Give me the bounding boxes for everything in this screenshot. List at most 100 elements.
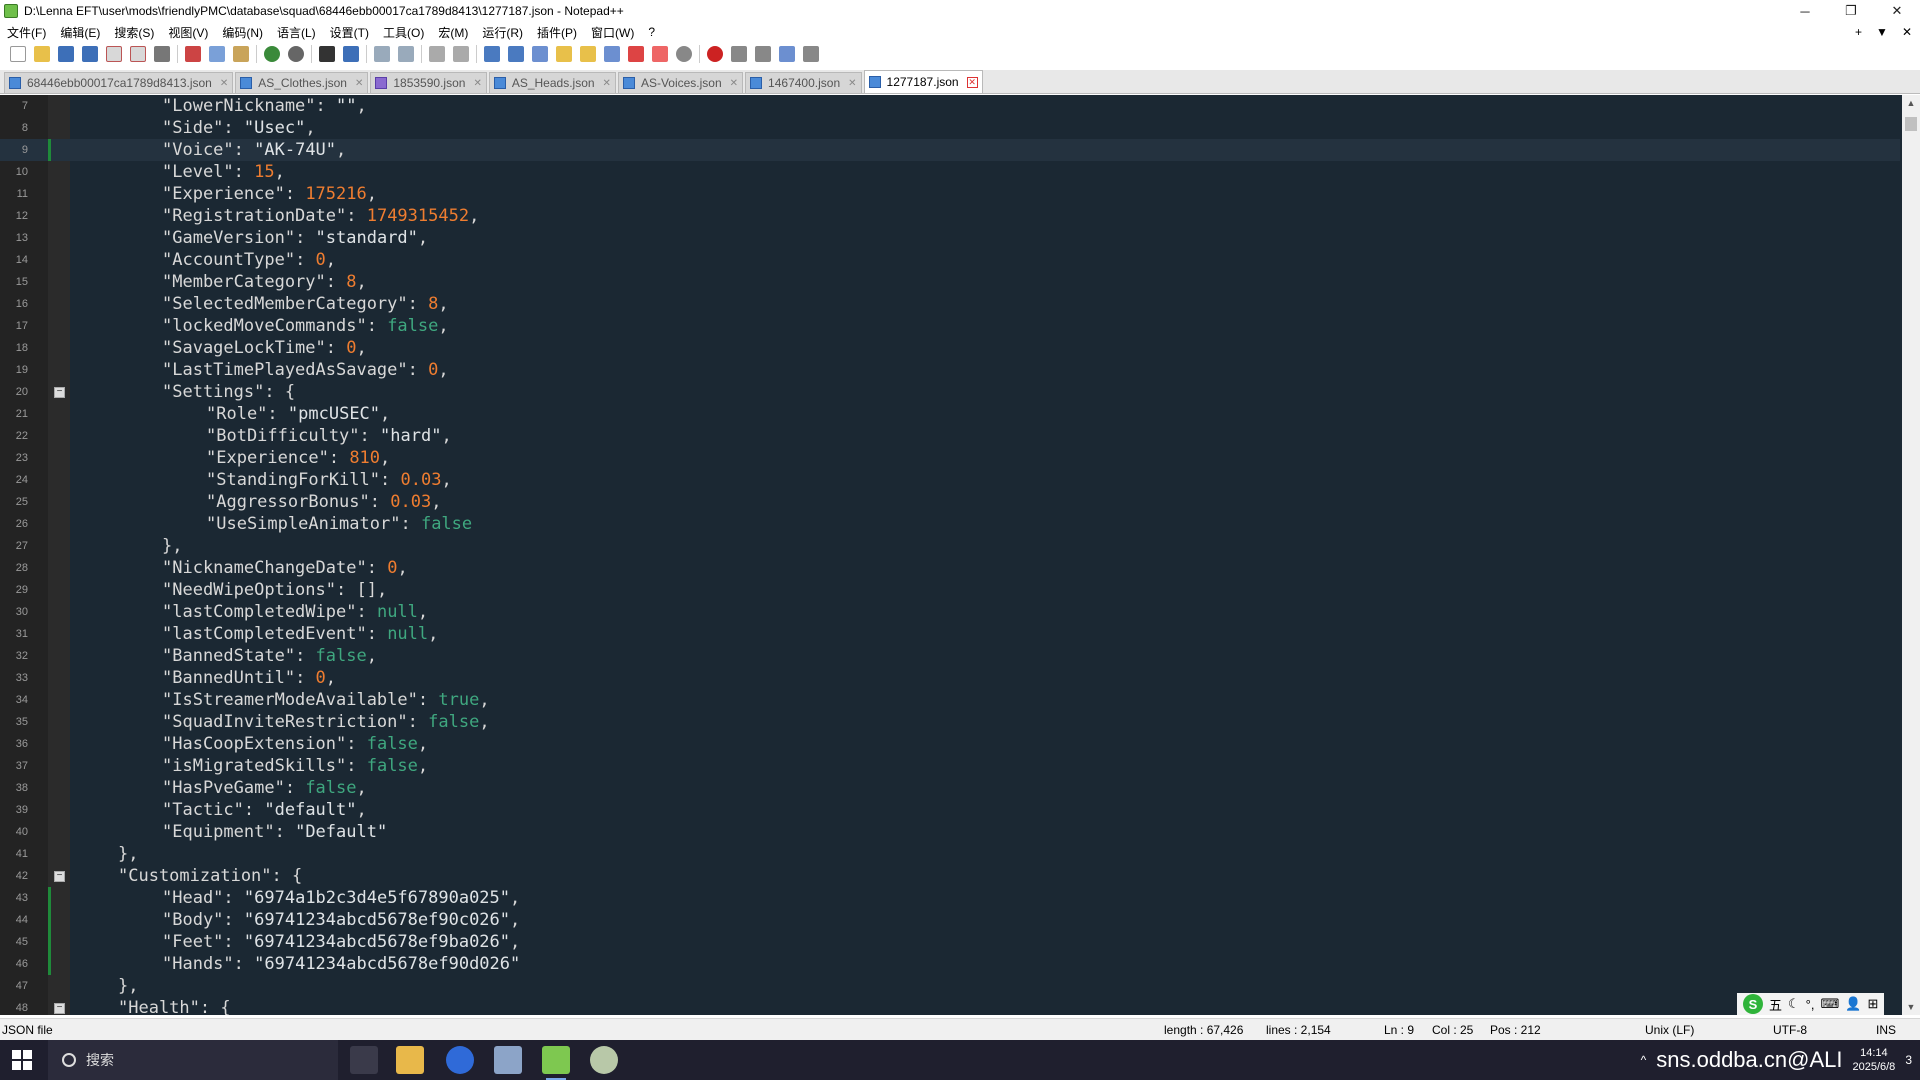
code-line[interactable]: 10 "Level": 15, (0, 161, 1900, 183)
app-window-icon[interactable] (494, 1046, 522, 1074)
ime-grid-icon[interactable]: ⊞ (1867, 996, 1878, 1012)
copy-icon[interactable] (209, 46, 225, 62)
menu-edit[interactable]: 编辑(E) (53, 24, 107, 41)
monitoring-icon[interactable] (652, 46, 668, 62)
notification-badge[interactable]: 3 (1905, 1053, 1912, 1067)
code-line[interactable]: 35 "SquadInviteRestriction": false, (0, 711, 1900, 733)
record-macro-icon[interactable] (707, 46, 723, 62)
new-tab-button[interactable]: + (1855, 25, 1862, 39)
menu-settings[interactable]: 设置(T) (323, 24, 376, 41)
word-wrap-icon[interactable] (484, 46, 500, 62)
code-line[interactable]: 30 "lastCompletedWipe": null, (0, 601, 1900, 623)
code-line[interactable]: 21 "Role": "pmcUSEC", (0, 403, 1900, 425)
undo-icon[interactable] (264, 46, 280, 62)
code-line[interactable]: 46 "Hands": "69741234abcd5678ef90d026" (0, 953, 1900, 975)
windows-start-icon[interactable] (12, 1050, 32, 1070)
code-line[interactable]: 12 "RegistrationDate": 1749315452, (0, 205, 1900, 227)
menu-language[interactable]: 语言(L) (270, 24, 323, 41)
code-line[interactable]: 33 "BannedUntil": 0, (0, 667, 1900, 689)
status-encoding[interactable]: UTF-8 (1773, 1023, 1807, 1037)
code-line[interactable]: 32 "BannedState": false, (0, 645, 1900, 667)
menu-view[interactable]: 视图(V) (161, 24, 215, 41)
cut-icon[interactable] (185, 46, 201, 62)
close-tab-icon[interactable]: ✕ (220, 78, 228, 89)
menu-macro[interactable]: 宏(M) (431, 24, 475, 41)
show-all-chars-icon[interactable] (508, 46, 524, 62)
tab-as-voices-json[interactable]: AS-Voices.json ✕ (617, 72, 744, 93)
tab-1277187-json[interactable]: 1277187.json ✕ (863, 70, 983, 93)
code-line[interactable]: 36 "HasCoopExtension": false, (0, 733, 1900, 755)
zoom-in-icon[interactable] (374, 46, 390, 62)
code-line[interactable]: 13 "GameVersion": "standard", (0, 227, 1900, 249)
function-list-icon[interactable] (604, 46, 620, 62)
menu-run[interactable]: 运行(R) (475, 24, 530, 41)
menu-help[interactable]: ? (641, 25, 662, 39)
ime-moon-icon[interactable]: ☾ (1788, 996, 1800, 1012)
redo-icon[interactable] (288, 46, 304, 62)
tab-1467400-json[interactable]: 1467400.json ✕ (745, 72, 862, 93)
run-macro-multiple-icon[interactable] (779, 46, 795, 62)
code-line[interactable]: 40 "Equipment": "Default" (0, 821, 1900, 843)
code-line[interactable]: 23 "Experience": 810, (0, 447, 1900, 469)
document-map-icon[interactable] (580, 46, 596, 62)
close-tab-icon[interactable]: ✕ (730, 78, 738, 89)
fold-toggle-icon[interactable]: − (54, 387, 65, 398)
code-line[interactable]: 16 "SelectedMemberCategory": 8, (0, 293, 1900, 315)
code-editor[interactable]: 7 "LowerNickname": "", 8 "Side": "Usec", 9 "V… (0, 95, 1920, 1015)
fold-toggle-icon[interactable]: − (54, 871, 65, 882)
minimize-button[interactable]: ─ (1782, 0, 1828, 22)
stop-macro-icon[interactable] (731, 46, 747, 62)
code-line[interactable]: 39 "Tactic": "default", (0, 799, 1900, 821)
notepad-plus-plus-taskbar-icon[interactable] (542, 1046, 570, 1080)
task-view-icon[interactable] (350, 1046, 378, 1074)
code-line[interactable]: 18 "SavageLockTime": 0, (0, 337, 1900, 359)
code-line[interactable]: 20− "Settings": { (0, 381, 1900, 403)
code-line[interactable]: 7 "LowerNickname": "", (0, 95, 1900, 117)
code-line[interactable]: 24 "StandingForKill": 0.03, (0, 469, 1900, 491)
code-line[interactable]: 9 "Voice": "AK-74U", (0, 139, 1900, 161)
browser-icon[interactable] (446, 1046, 474, 1074)
play-macro-icon[interactable] (755, 46, 771, 62)
tab-as-heads-json[interactable]: AS_Heads.json ✕ (488, 72, 616, 93)
close-tab-icon[interactable]: ✕ (848, 78, 856, 89)
code-line[interactable]: 26 "UseSimpleAnimator": false (0, 513, 1900, 535)
code-line[interactable]: 41}, (0, 843, 1900, 865)
restore-button[interactable]: ❐ (1828, 0, 1874, 22)
code-line[interactable]: 38 "HasPveGame": false, (0, 777, 1900, 799)
close-doc-button[interactable]: ✕ (1902, 25, 1912, 39)
ime-keyboard-icon[interactable]: ⌨ (1820, 996, 1839, 1012)
fold-toggle-icon[interactable]: − (54, 1003, 65, 1014)
ime-user-icon[interactable]: 👤 (1845, 996, 1861, 1012)
code-line[interactable]: 15 "MemberCategory": 8, (0, 271, 1900, 293)
code-line[interactable]: 19 "LastTimePlayedAsSavage": 0, (0, 359, 1900, 381)
close-tab-icon[interactable]: ✕ (966, 76, 978, 88)
clock[interactable]: 14:14 2025/6/8 (1852, 1046, 1895, 1074)
tab-68446ebb00017ca1789d8413-json[interactable]: 68446ebb00017ca1789d8413.json ✕ (4, 72, 234, 93)
close-tab-icon[interactable]: ✕ (355, 78, 363, 89)
code-line[interactable]: 14 "AccountType": 0, (0, 249, 1900, 271)
save-macro-icon[interactable] (803, 46, 819, 62)
code-line[interactable]: 42− "Customization": { (0, 865, 1900, 887)
menu-encoding[interactable]: 编码(N) (215, 24, 270, 41)
close-all-icon[interactable] (130, 46, 146, 62)
close-button[interactable]: ✕ (1874, 0, 1920, 22)
close-tab-icon[interactable]: ✕ (603, 78, 611, 89)
sync-vertical-icon[interactable] (429, 46, 445, 62)
print-icon[interactable] (154, 46, 170, 62)
code-line[interactable]: 37 "isMigratedSkills": false, (0, 755, 1900, 777)
eye-icon[interactable] (676, 46, 692, 62)
paste-icon[interactable] (233, 46, 249, 62)
tab-as-clothes-json[interactable]: AS_Clothes.json ✕ (235, 72, 369, 93)
code-line[interactable]: 43 "Head": "6974a1b2c3d4e5f67890a025", (0, 887, 1900, 909)
ime-punctuation-icon[interactable]: °, (1806, 997, 1815, 1012)
scrollbar-thumb[interactable] (1905, 117, 1917, 131)
tray-overflow-icon[interactable]: ^ (1641, 1053, 1647, 1067)
code-line[interactable]: 8 "Side": "Usec", (0, 117, 1900, 139)
zoom-out-icon[interactable] (398, 46, 414, 62)
save-all-icon[interactable] (82, 46, 98, 62)
code-line[interactable]: 28 "NicknameChangeDate": 0, (0, 557, 1900, 579)
code-line[interactable]: 45 "Feet": "69741234abcd5678ef9ba026", (0, 931, 1900, 953)
code-line[interactable]: 47}, (0, 975, 1900, 997)
file-explorer-icon[interactable] (396, 1046, 424, 1074)
open-file-icon[interactable] (34, 46, 50, 62)
